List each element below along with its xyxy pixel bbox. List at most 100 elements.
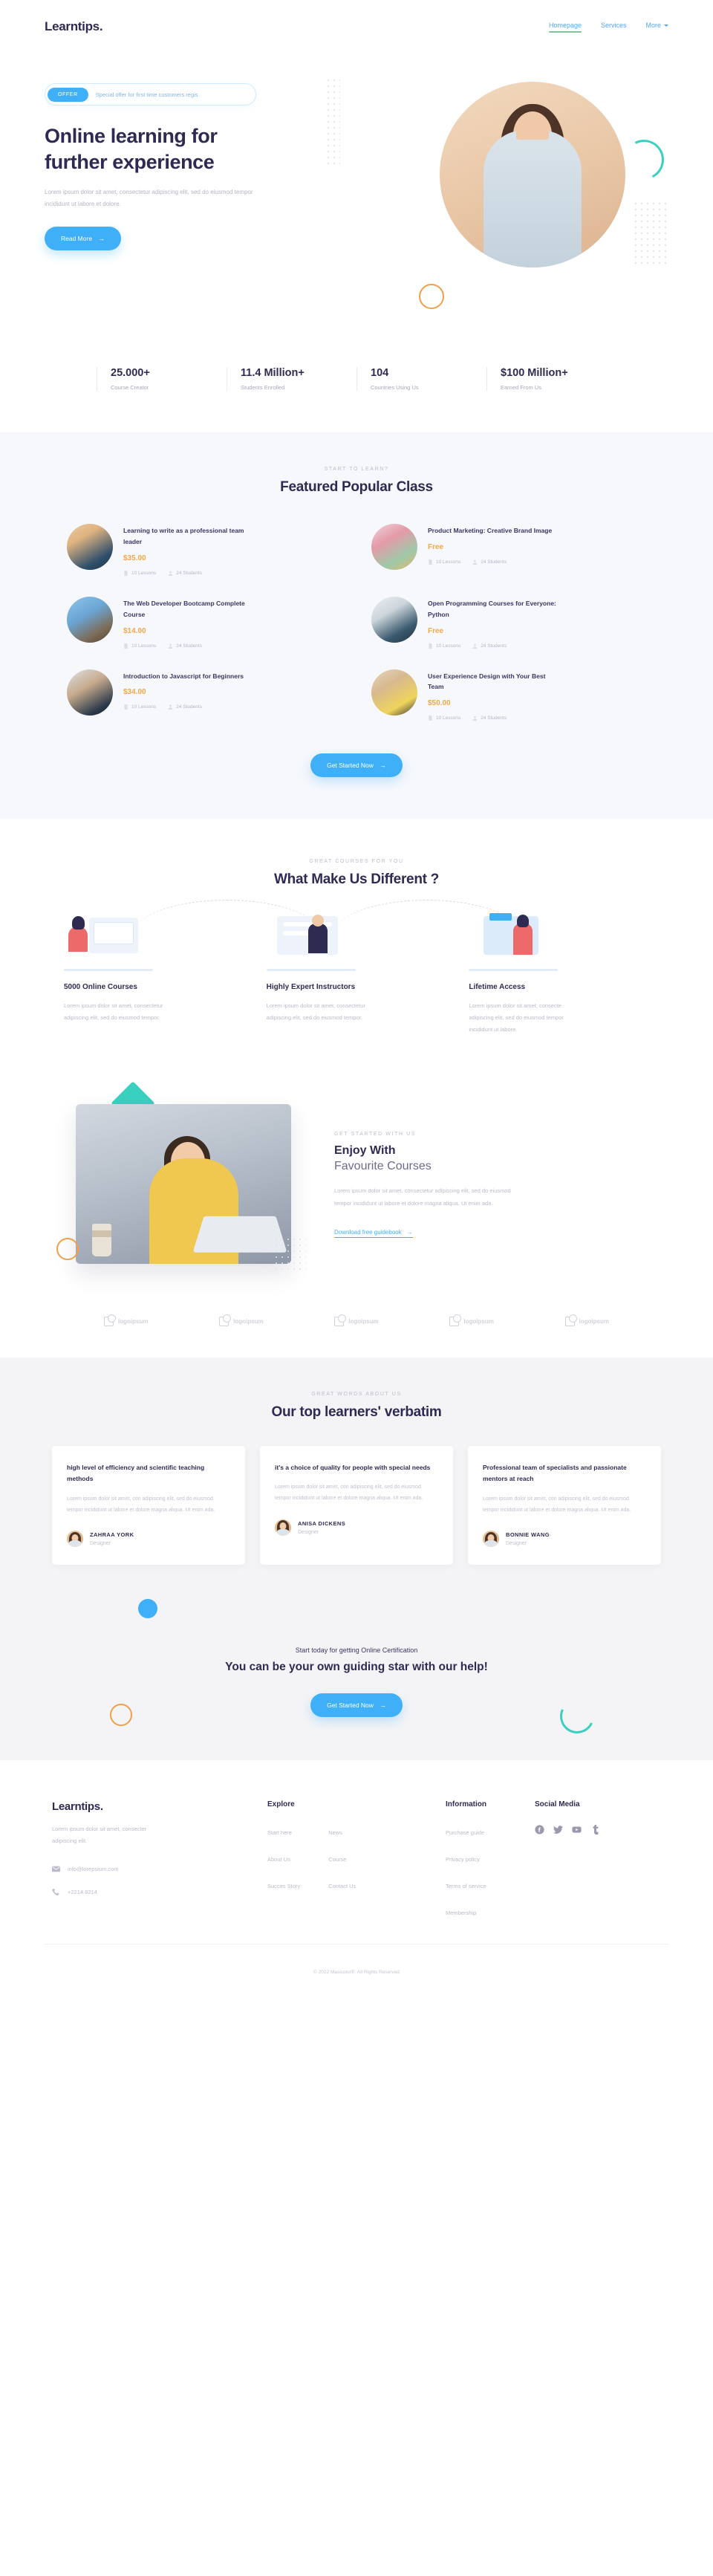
twitter-icon[interactable]	[553, 1825, 563, 1834]
course-students: 24 Students	[472, 643, 507, 649]
feature-item: Highly Expert Instructors Lorem ipsum do…	[266, 913, 447, 1035]
footer-link-succes-story[interactable]: Succes Story	[267, 1883, 300, 1889]
featured-title: Featured Popular Class	[280, 479, 433, 495]
footer-link-privacy-policy[interactable]: Privacy policy	[446, 1856, 480, 1863]
course-lessons: 10 Lessons	[123, 643, 156, 649]
hero-title-line1: Online learning for	[45, 125, 218, 147]
nav-item-more-label: More	[645, 21, 661, 29]
featured-get-started-button[interactable]: Get Started Now →	[310, 753, 403, 778]
feature-list: 5000 Online Courses Lorem ipsum dolor si…	[45, 900, 668, 1035]
copyright: © 2022 Masicolor®. All Rights Reserved	[45, 1944, 668, 1991]
nav-item-homepage[interactable]: Homepage	[548, 22, 582, 33]
feature-title: Highly Expert Instructors	[266, 983, 356, 992]
download-guidebook-link[interactable]: Download free guidebook →	[334, 1229, 413, 1238]
featured-section: START TO LEARN? Featured Popular Class L…	[0, 432, 713, 820]
cta-title: You can be your own guiding star with ou…	[225, 1661, 488, 1674]
read-more-button[interactable]: Read More →	[45, 227, 122, 251]
footer-explore-block: Explore Start here About Us Succes Story…	[267, 1800, 446, 1918]
footer-logo[interactable]: Learntips.	[52, 1800, 267, 1813]
course-card[interactable]: Introduction to Javascript for Beginners…	[67, 669, 342, 721]
footer-link-contact-us[interactable]: Contact Us	[328, 1883, 356, 1889]
file-icon	[124, 643, 128, 649]
course-price: $34.00	[123, 688, 146, 697]
footer-explore-col2: News Course Contact Us	[328, 1825, 356, 1892]
footer-social-heading: Social Media	[535, 1800, 580, 1809]
footer-information-heading: Information	[446, 1800, 486, 1809]
hero-content: OFFER Special offer for first time custo…	[45, 45, 327, 251]
footer-about: Lorem ipsum dolor sit amet, consecter ad…	[52, 1826, 147, 1845]
brand-logo[interactable]: Learntips.	[45, 19, 103, 34]
course-card[interactable]: User Experience Design with Your Best Te…	[371, 669, 646, 721]
course-students: 24 Students	[472, 716, 507, 721]
course-title: Product Marketing: Creative Brand Image	[428, 527, 553, 534]
footer-email-label: info@lorepsium.com	[68, 1865, 119, 1872]
expert-instructors-illustration	[266, 913, 447, 972]
course-students: 24 Students	[168, 643, 202, 649]
hero-section: OFFER Special offer for first time custo…	[45, 45, 670, 342]
course-thumbnail	[371, 669, 417, 716]
course-card[interactable]: The Web Developer Bootcamp Complete Cour…	[67, 596, 342, 649]
course-price: Free	[428, 542, 444, 551]
testimonial-card: it's a choice of quality for people with…	[260, 1445, 453, 1566]
footer-link-purchase-guide[interactable]: Purchase guide	[446, 1829, 484, 1836]
cta-get-started-button[interactable]: Get Started Now →	[310, 1693, 403, 1718]
feature-text: Lorem ipsum dolor sit amet, consectetur …	[64, 1002, 163, 1021]
stat-label: Students Enrolled	[241, 384, 285, 391]
course-thumbnail	[371, 524, 417, 570]
course-lessons: 10 Lessons	[123, 570, 156, 576]
footer-link-terms-of-service[interactable]: Terms of service	[446, 1883, 486, 1889]
feature-text: Lorem ipsum dolor sit amet, consectetur …	[266, 1002, 366, 1021]
testimonial-role: Designer	[298, 1529, 319, 1535]
course-students: 24 Students	[472, 559, 507, 565]
file-icon	[124, 570, 128, 576]
feature-item: 5000 Online Courses Lorem ipsum dolor si…	[64, 913, 244, 1035]
enjoy-title-light: Favourite Courses	[334, 1160, 432, 1172]
footer-link-membership[interactable]: Membership	[446, 1910, 476, 1916]
course-lessons: 10 Lessons	[428, 559, 460, 565]
partner-logo: logoipsum	[219, 1314, 264, 1326]
stat-value: 11.4 Million+	[241, 367, 305, 379]
enjoy-photo	[76, 1103, 291, 1264]
offer-banner[interactable]: OFFER Special offer for first time custo…	[45, 83, 256, 106]
nav-item-services[interactable]: Services	[601, 22, 627, 33]
testimonial-list: high level of efficiency and scientific …	[45, 1445, 668, 1566]
course-card[interactable]: Open Programming Courses for Everyone: P…	[371, 596, 646, 649]
course-title: Learning to write as a professional team…	[123, 527, 244, 545]
testimonial-name: BONNIE WANG	[506, 1531, 550, 1539]
footer-link-news[interactable]: News	[328, 1829, 342, 1836]
partner-logo-label: logoipsum	[579, 1317, 609, 1325]
arrow-right-icon: →	[406, 1229, 413, 1236]
course-title: Introduction to Javascript for Beginners	[123, 672, 244, 680]
footer-link-start-here[interactable]: Start here	[267, 1829, 292, 1836]
testimonial-role: Designer	[90, 1541, 111, 1547]
footer-email[interactable]: info@lorepsium.com	[52, 1865, 267, 1873]
partner-logo-label: logoipsum	[118, 1317, 149, 1325]
partner-logo-label: logoipsum	[233, 1317, 264, 1325]
footer-phone[interactable]: +2214 8214	[52, 1888, 267, 1896]
course-price: $35.00	[123, 554, 146, 562]
course-price: $50.00	[428, 699, 451, 708]
file-icon	[429, 559, 432, 565]
youtube-icon[interactable]	[572, 1825, 582, 1834]
facebook-icon[interactable]	[535, 1825, 544, 1834]
site-header: Learntips. Homepage Services More	[45, 0, 668, 45]
testimonial-name: ZAHRAA YORK	[90, 1531, 134, 1539]
featured-get-started-label: Get Started Now	[327, 762, 374, 770]
course-card[interactable]: Product Marketing: Creative Brand Image …	[371, 524, 646, 576]
footer-information-block: Information Purchase guide Privacy polic…	[446, 1800, 535, 1918]
partner-logo-label: logoipsum	[463, 1317, 494, 1325]
tumblr-icon[interactable]	[590, 1825, 600, 1835]
user-icon	[168, 571, 173, 576]
nav-item-more[interactable]: More	[645, 22, 668, 33]
footer-link-about-us[interactable]: About Us	[267, 1856, 290, 1863]
stat-value: 104	[371, 367, 389, 379]
footer-link-course[interactable]: Course	[328, 1856, 346, 1863]
testimonial-text: Lorem ipsum dolor sit amet, con adipisci…	[67, 1496, 215, 1513]
hero-illustration	[419, 74, 670, 319]
course-card[interactable]: Learning to write as a professional team…	[67, 524, 342, 576]
user-icon	[168, 704, 173, 710]
feature-item: Lifetime Access Lorem ipsum dolor sit am…	[469, 913, 649, 1035]
enjoy-content: GET STARTED WITH US Enjoy With Favourite…	[334, 1129, 654, 1238]
stats-bar: 25.000+ Course Creator 11.4 Million+ Stu…	[97, 342, 616, 432]
course-lessons: 10 Lessons	[428, 643, 460, 649]
